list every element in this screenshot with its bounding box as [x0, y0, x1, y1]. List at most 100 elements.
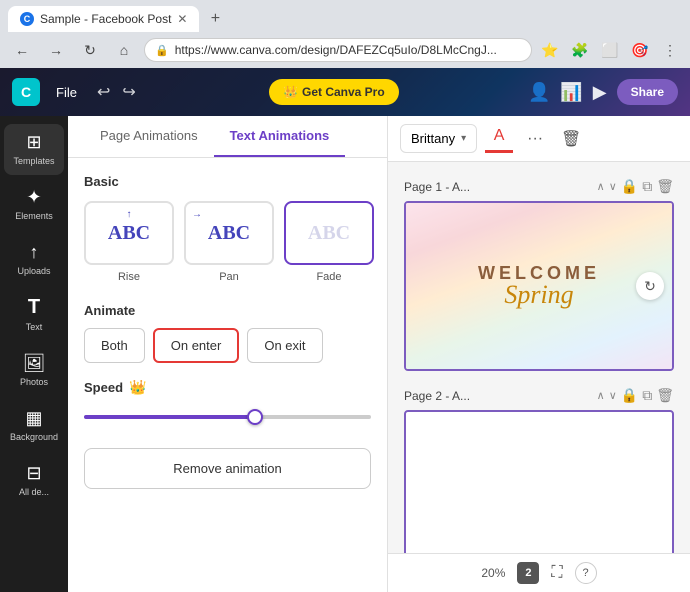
sidebar-label-elements: Elements	[15, 211, 53, 222]
photos-icon: 🖼	[23, 353, 46, 374]
page-1-header: Page 1 - A... ∧ ∨ 🔒 ⧉ 🗑	[404, 178, 674, 195]
speed-crown-icon: 👑	[129, 379, 146, 396]
sidebar-item-text[interactable]: T Text	[4, 288, 64, 341]
animate-on-enter-button[interactable]: On enter	[153, 328, 240, 363]
page2-lock-icon[interactable]: 🔒	[621, 387, 638, 404]
page-1-canvas[interactable]: WELCOME Spring ↻	[404, 201, 674, 371]
animation-label-rise: Rise	[118, 271, 140, 283]
page1-up-arrow[interactable]: ∧	[597, 180, 605, 193]
animation-card-fade[interactable]: ABC Fade	[284, 201, 374, 283]
sidebar-label-uploads: Uploads	[17, 266, 50, 277]
animation-grid: ↑ ABC Rise → ABC Pan	[84, 201, 371, 283]
remove-animation-button[interactable]: Remove animation	[84, 448, 371, 489]
more-options-button[interactable]: ···	[521, 125, 549, 153]
page1-lock-icon[interactable]: 🔒	[621, 178, 638, 195]
animation-label-pan: Pan	[219, 271, 239, 283]
help-button[interactable]: ?	[575, 562, 597, 584]
animations-panel: Page Animations Text Animations Basic ↑ …	[68, 116, 388, 592]
browser-profile-icon[interactable]: ⬜	[598, 38, 622, 62]
page1-down-arrow[interactable]: ∨	[609, 180, 617, 193]
panel-content: Basic ↑ ABC Rise → ABC	[68, 158, 387, 592]
browser-extension-icon[interactable]: ⭐	[538, 38, 562, 62]
share-button[interactable]: Share	[617, 79, 678, 105]
tab-favicon: C	[20, 12, 34, 26]
browser-app-icon[interactable]: 🎯	[628, 38, 652, 62]
refresh-design-button[interactable]: ↻	[636, 272, 664, 300]
browser-menu-icon[interactable]: ⋮	[658, 38, 682, 62]
present-icon[interactable]: ▶	[593, 82, 607, 103]
page-2-canvas[interactable]	[404, 410, 674, 553]
animation-card-rise[interactable]: ↑ ABC Rise	[84, 201, 174, 283]
sidebar-label-all: All de...	[19, 487, 49, 498]
sidebar-label-photos: Photos	[20, 377, 48, 388]
animate-both-button[interactable]: Both	[84, 328, 145, 363]
left-sidebar: ⊞ Templates ✦ Elements ↑ Uploads T Text …	[0, 116, 68, 592]
spring-text: Spring	[478, 280, 600, 310]
forward-button[interactable]: →	[42, 36, 70, 64]
welcome-spring-design: WELCOME Spring ↻	[406, 203, 672, 369]
sidebar-label-background: Background	[10, 432, 58, 443]
zoom-level-text: 20%	[481, 566, 505, 580]
page2-up-arrow[interactable]: ∧	[597, 389, 605, 402]
page1-copy-icon[interactable]: ⧉	[642, 178, 652, 195]
page-2-controls: ∧ ∨ 🔒 ⧉ 🗑	[597, 387, 674, 404]
page-1-controls: ∧ ∨ 🔒 ⧉ 🗑	[597, 178, 674, 195]
crown-icon: 👑	[283, 85, 298, 99]
speed-section: Speed 👑	[84, 379, 371, 424]
canvas-area: Brittany ▾ A ··· 🗑 Page 1 - A... ∧ ∨ �	[388, 116, 690, 592]
page-number-indicator: 2	[517, 562, 539, 584]
speed-label-text: Speed	[84, 380, 123, 395]
stats-icon[interactable]: 📊	[560, 82, 582, 103]
browser-puzzle-icon[interactable]: 🧩	[568, 38, 592, 62]
tab-page-animations[interactable]: Page Animations	[84, 116, 214, 157]
background-icon: ▦	[25, 408, 42, 429]
sidebar-label-text: Text	[26, 322, 43, 333]
sidebar-item-background[interactable]: ▦ Background	[4, 400, 64, 451]
sidebar-label-templates: Templates	[13, 156, 54, 167]
address-bar[interactable]: 🔒 https://www.canva.com/design/DAFEZCq5u…	[144, 38, 532, 62]
page2-delete-icon[interactable]: 🗑	[656, 387, 674, 404]
page-1-wrapper: Page 1 - A... ∧ ∨ 🔒 ⧉ 🗑	[404, 178, 674, 371]
animation-card-pan[interactable]: → ABC Pan	[184, 201, 274, 283]
url-text: https://www.canva.com/design/DAFEZCq5uIo…	[175, 43, 521, 57]
file-menu[interactable]: File	[48, 81, 85, 104]
animation-label-fade: Fade	[316, 271, 341, 283]
fullscreen-button[interactable]: ⛶	[551, 564, 562, 582]
speed-slider[interactable]	[84, 415, 371, 419]
animate-on-exit-button[interactable]: On exit	[247, 328, 322, 363]
canvas-pages: Page 1 - A... ∧ ∨ 🔒 ⧉ 🗑	[388, 162, 690, 553]
collaborators-icon[interactable]: 👤	[528, 82, 550, 103]
refresh-button[interactable]: ↻	[76, 36, 104, 64]
uploads-icon: ↑	[30, 242, 39, 263]
redo-button[interactable]: ↪	[118, 78, 139, 106]
page-2-header: Page 2 - A... ∧ ∨ 🔒 ⧉ 🗑	[404, 387, 674, 404]
undo-button[interactable]: ↩	[93, 78, 114, 106]
tab-text-animations[interactable]: Text Animations	[214, 116, 346, 157]
sidebar-item-photos[interactable]: 🖼 Photos	[4, 345, 64, 396]
templates-icon: ⊞	[26, 132, 41, 153]
animate-buttons: Both On enter On exit	[84, 328, 371, 363]
browser-tab[interactable]: C Sample - Facebook Post ✕	[8, 6, 199, 32]
back-button[interactable]: ←	[8, 36, 36, 64]
sidebar-item-elements[interactable]: ✦ Elements	[4, 179, 64, 230]
text-color-button[interactable]: A	[485, 125, 513, 153]
page2-down-arrow[interactable]: ∨	[609, 389, 617, 402]
font-selector[interactable]: Brittany ▾	[400, 124, 477, 153]
canva-pro-button[interactable]: 👑 Get Canva Pro	[269, 79, 399, 105]
canvas-bottom-bar: 20% 2 ⛶ ?	[388, 553, 690, 592]
close-tab-button[interactable]: ✕	[177, 12, 187, 26]
new-tab-button[interactable]: +	[203, 7, 227, 31]
sidebar-item-uploads[interactable]: ↑ Uploads	[4, 234, 64, 285]
delete-element-button[interactable]: 🗑	[557, 125, 585, 153]
font-dropdown-arrow-icon: ▾	[461, 133, 466, 144]
app-logo: C	[12, 78, 40, 106]
tab-title: Sample - Facebook Post	[40, 12, 171, 26]
panel-tabs: Page Animations Text Animations	[68, 116, 387, 158]
sidebar-item-all[interactable]: ⊟ All de...	[4, 455, 64, 506]
sidebar-item-templates[interactable]: ⊞ Templates	[4, 124, 64, 175]
page2-copy-icon[interactable]: ⧉	[642, 387, 652, 404]
page1-delete-icon[interactable]: 🗑	[656, 178, 674, 195]
home-button[interactable]: ⌂	[110, 36, 138, 64]
elements-icon: ✦	[26, 187, 41, 208]
lock-icon: 🔒	[155, 44, 169, 57]
